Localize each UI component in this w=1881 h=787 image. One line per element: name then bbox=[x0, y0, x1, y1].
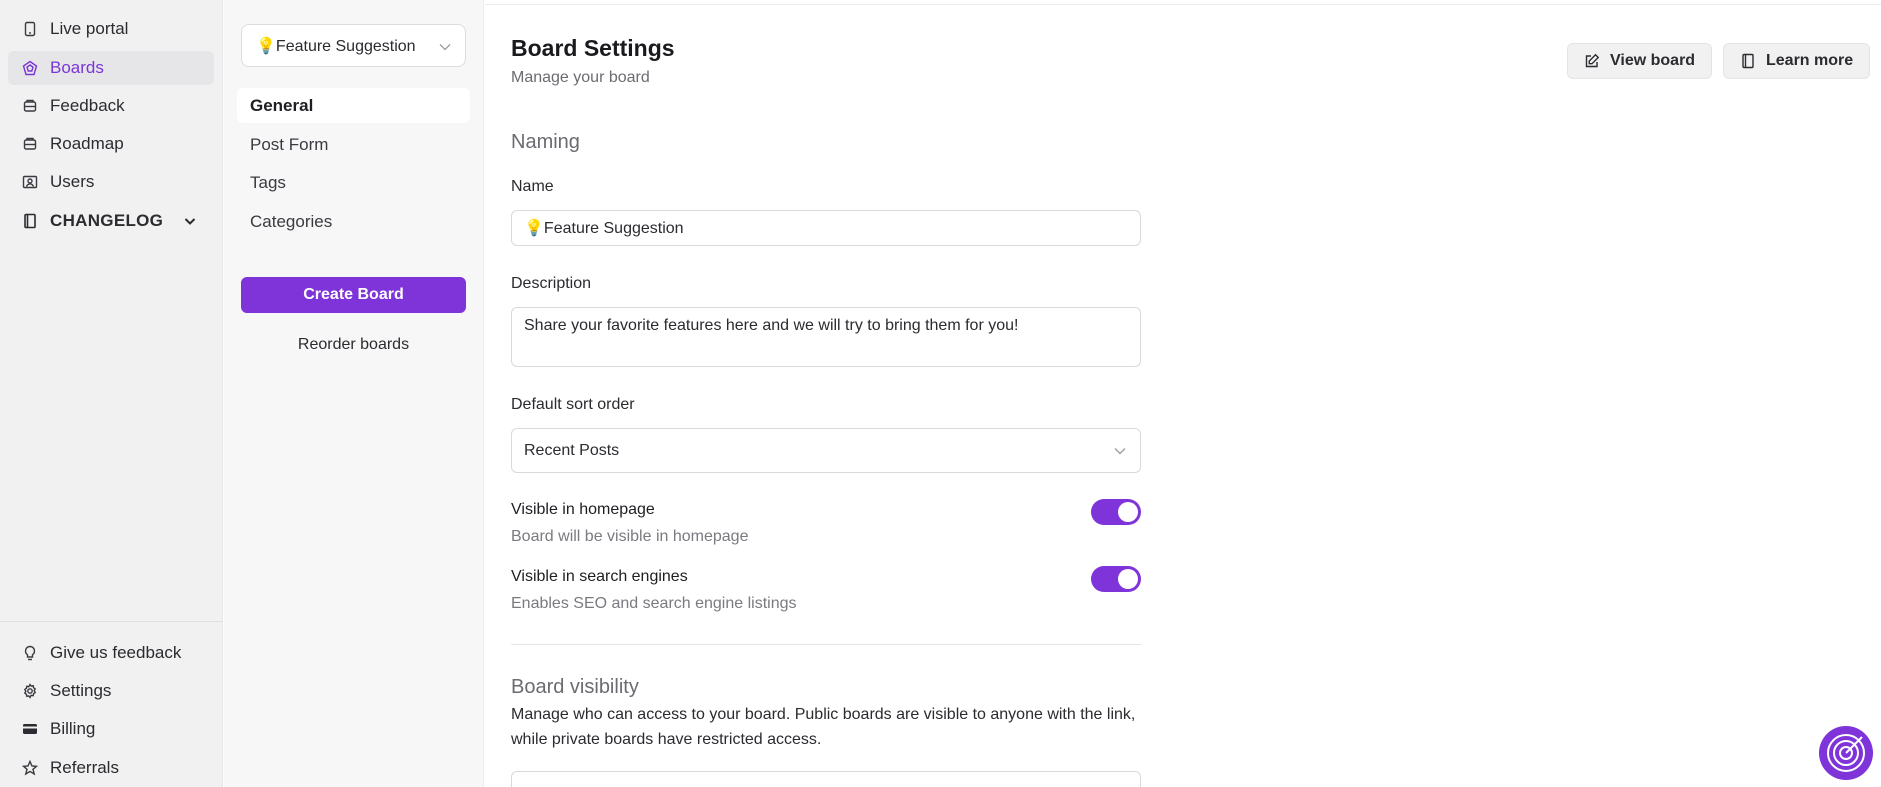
board-selector[interactable]: 💡Feature Suggestion bbox=[241, 24, 466, 67]
help-widget-button[interactable] bbox=[1819, 726, 1873, 780]
top-divider bbox=[485, 4, 1881, 5]
section-divider bbox=[511, 644, 1141, 645]
page-title: Board Settings bbox=[511, 35, 675, 61]
toggle-knob bbox=[1118, 569, 1138, 589]
sidebar-item-give-feedback[interactable]: Give us feedback bbox=[8, 636, 214, 670]
tab-tags[interactable]: Tags bbox=[237, 165, 470, 200]
board-name-input[interactable] bbox=[511, 210, 1141, 246]
reorder-boards-link[interactable]: Reorder boards bbox=[241, 336, 466, 360]
edit-icon bbox=[1585, 53, 1600, 68]
homepage-visibility-toggle[interactable] bbox=[1091, 499, 1141, 525]
view-board-label: View board bbox=[1610, 52, 1696, 69]
boards-icon bbox=[22, 60, 38, 76]
board-panel: 💡Feature Suggestion General Post Form Ta… bbox=[224, 0, 484, 787]
sidebar-item-label: Feedback bbox=[50, 96, 125, 115]
board-visibility-select[interactable] bbox=[511, 771, 1141, 787]
star-icon bbox=[22, 760, 38, 776]
create-board-button[interactable]: Create Board bbox=[241, 277, 466, 313]
sidebar-item-label: Referrals bbox=[50, 758, 119, 777]
sidebar-item-referrals[interactable]: Referrals bbox=[8, 751, 214, 785]
homepage-visibility-description: Board will be visible in homepage bbox=[511, 528, 749, 545]
sidebar-item-label: Give us feedback bbox=[50, 643, 182, 662]
naming-section-title: Naming bbox=[511, 131, 580, 153]
description-label: Description bbox=[511, 275, 592, 292]
credit-card-icon bbox=[22, 721, 38, 737]
toggle-knob bbox=[1118, 502, 1138, 522]
sidebar-divider bbox=[0, 621, 223, 622]
inbox-icon bbox=[22, 136, 38, 152]
sidebar-item-label: Users bbox=[50, 172, 95, 191]
inbox-icon bbox=[22, 98, 38, 114]
lightbulb-icon bbox=[22, 645, 38, 661]
sort-order-label: Default sort order bbox=[511, 396, 635, 413]
main-sidebar: Live portal Boards Feedback Roadmap User… bbox=[0, 0, 223, 787]
sidebar-item-billing[interactable]: Billing bbox=[8, 712, 214, 746]
users-icon bbox=[22, 174, 38, 190]
search-engine-visibility-description: Enables SEO and search engine listings bbox=[511, 595, 797, 612]
sidebar-item-boards[interactable]: Boards bbox=[8, 51, 214, 85]
board-description-textarea[interactable]: Share your favorite features here and we… bbox=[511, 307, 1141, 367]
sidebar-item-label: Boards bbox=[50, 58, 104, 77]
sidebar-item-changelog[interactable]: CHANGELOG bbox=[8, 204, 214, 238]
learn-more-label: Learn more bbox=[1766, 52, 1854, 69]
chevron-down-icon bbox=[1114, 448, 1126, 455]
view-board-button[interactable]: View board bbox=[1567, 43, 1713, 79]
board-selector-value: 💡Feature Suggestion bbox=[256, 37, 416, 55]
gear-icon bbox=[22, 683, 38, 699]
chevron-down-icon bbox=[439, 44, 451, 51]
sidebar-item-label: CHANGELOG bbox=[50, 211, 164, 230]
sidebar-item-label: Billing bbox=[50, 719, 96, 738]
book-icon bbox=[1742, 53, 1754, 69]
name-label: Name bbox=[511, 178, 554, 195]
search-engine-visibility-label: Visible in search engines bbox=[511, 568, 688, 585]
sidebar-item-label: Roadmap bbox=[50, 134, 124, 153]
homepage-visibility-label: Visible in homepage bbox=[511, 501, 655, 518]
chevron-down-icon[interactable] bbox=[182, 213, 198, 229]
page-subtitle: Manage your board bbox=[511, 69, 650, 86]
sidebar-item-feedback[interactable]: Feedback bbox=[8, 89, 214, 123]
sidebar-item-label: Live portal bbox=[50, 19, 129, 38]
tab-general[interactable]: General bbox=[237, 88, 470, 123]
sidebar-item-live-portal[interactable]: Live portal bbox=[8, 12, 214, 46]
board-visibility-description: Manage who can access to your board. Pub… bbox=[511, 706, 1136, 748]
target-icon bbox=[1827, 734, 1865, 772]
sort-order-select[interactable]: Recent Posts bbox=[511, 428, 1141, 473]
sidebar-item-roadmap[interactable]: Roadmap bbox=[8, 127, 214, 161]
tab-post-form[interactable]: Post Form bbox=[237, 127, 470, 162]
sidebar-item-label: Settings bbox=[50, 681, 112, 700]
board-visibility-title: Board visibility bbox=[511, 676, 639, 698]
sidebar-item-users[interactable]: Users bbox=[8, 165, 214, 199]
board-settings-main: Board Settings Manage your board View bo… bbox=[485, 0, 1881, 787]
sidebar-item-settings[interactable]: Settings bbox=[8, 674, 214, 708]
learn-more-button[interactable]: Learn more bbox=[1723, 43, 1871, 79]
tablet-icon bbox=[22, 21, 38, 37]
book-icon bbox=[22, 213, 38, 229]
tab-categories[interactable]: Categories bbox=[237, 204, 470, 239]
sort-order-value: Recent Posts bbox=[524, 441, 620, 459]
search-engine-visibility-toggle[interactable] bbox=[1091, 566, 1141, 592]
